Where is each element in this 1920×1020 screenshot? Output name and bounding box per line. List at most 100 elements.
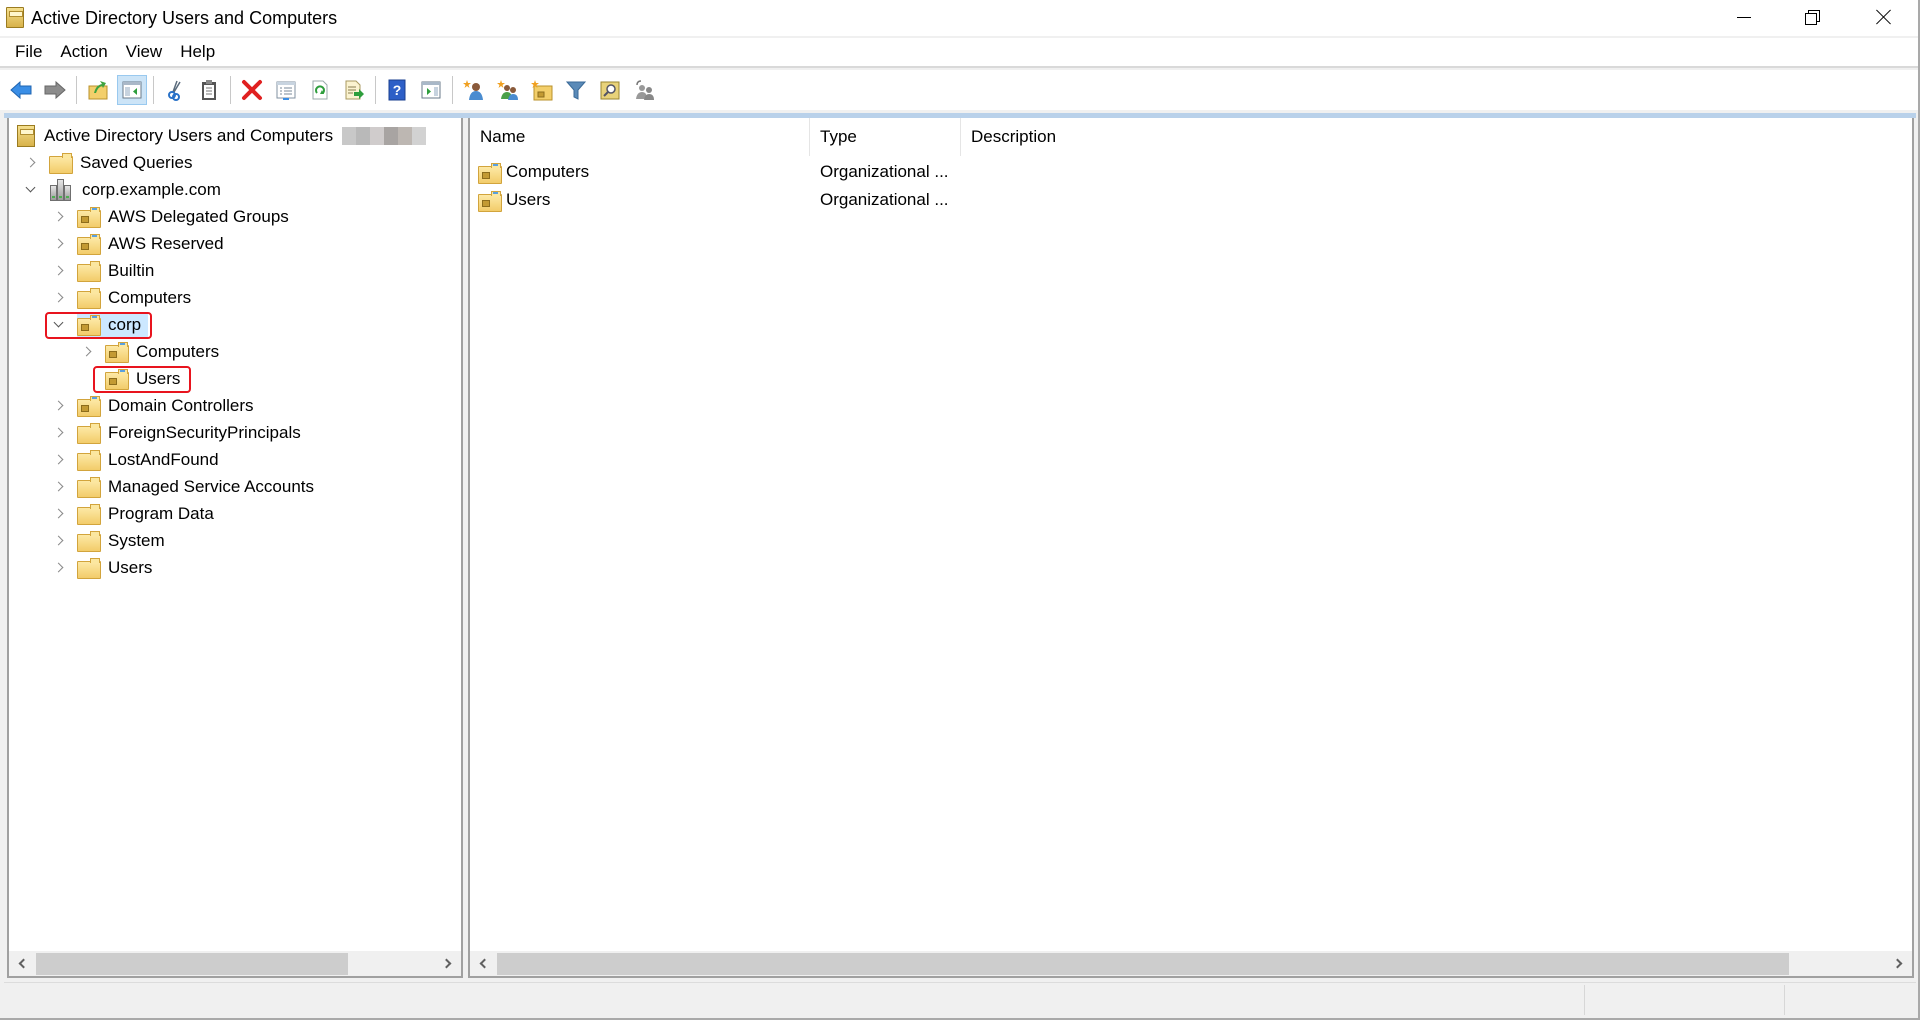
expand-chevron-icon[interactable]	[51, 473, 65, 500]
expand-chevron-icon[interactable]	[23, 149, 37, 176]
new-group-button[interactable]	[493, 75, 523, 105]
toolbar-separator	[76, 76, 77, 104]
expand-chevron-icon[interactable]	[51, 554, 65, 581]
tree-item-content: Computers	[105, 340, 226, 364]
scrollbar-thumb[interactable]	[36, 953, 348, 975]
column-header-description[interactable]: Description	[961, 118, 1161, 156]
tree-item-program-data[interactable]: Program Data	[51, 500, 221, 527]
tree-item-root[interactable]: Active Directory Users and Computers	[17, 122, 427, 149]
paste-icon	[202, 80, 216, 100]
scrollbar-thumb[interactable]	[497, 953, 1789, 975]
tree-item-corp-example-com[interactable]: corp.example.com	[23, 176, 228, 203]
paste-button[interactable]	[194, 75, 224, 105]
menu-help[interactable]: Help	[171, 38, 224, 66]
tree-item-aws-reserved[interactable]: AWS Reserved	[51, 230, 231, 257]
list-item[interactable]: Users Organizational ...	[470, 186, 1912, 214]
folder-icon	[77, 558, 101, 579]
expand-chevron-icon[interactable]	[51, 284, 65, 311]
filter-button[interactable]	[561, 75, 591, 105]
folder-icon	[77, 450, 101, 471]
expand-chevron-icon[interactable]	[51, 257, 65, 284]
svg-text:?: ?	[393, 82, 402, 98]
help-button[interactable]: ?	[382, 75, 412, 105]
tree-item-corp[interactable]: corp	[51, 311, 149, 338]
folder-icon	[77, 477, 101, 498]
organizational-unit-icon	[478, 162, 502, 184]
tree-item-content: System	[77, 529, 172, 553]
tree-item-users[interactable]: Users	[51, 554, 159, 581]
tree-item-label: Users	[108, 557, 153, 577]
tree-item-label: Domain Controllers	[108, 395, 254, 415]
collapse-chevron-icon[interactable]	[23, 176, 37, 203]
scroll-left-button[interactable]	[9, 951, 34, 976]
close-button[interactable]	[1856, 0, 1912, 34]
menu-view[interactable]: View	[117, 38, 172, 66]
restore-icon	[1805, 10, 1820, 25]
status-segment	[1584, 985, 1585, 1015]
tree-item-computers[interactable]: Computers	[79, 338, 226, 365]
export-list-button[interactable]	[339, 75, 369, 105]
menu-file[interactable]: File	[6, 38, 51, 66]
delete-button[interactable]	[237, 75, 267, 105]
add-to-group-button[interactable]	[629, 75, 659, 105]
delete-icon	[242, 80, 262, 100]
tree-item-label: ForeignSecurityPrincipals	[108, 422, 301, 442]
tree-item-aws-delegated-groups[interactable]: AWS Delegated Groups	[51, 203, 296, 230]
forward-button[interactable]	[40, 75, 70, 105]
new-user-button[interactable]	[459, 75, 489, 105]
expand-chevron-icon[interactable]	[51, 527, 65, 554]
tree-item-label: Program Data	[108, 503, 214, 523]
tree-item-saved-queries[interactable]: Saved Queries	[23, 149, 199, 176]
tree-item-content: AWS Reserved	[77, 232, 231, 256]
list-horizontal-scrollbar[interactable]	[470, 951, 1912, 976]
expand-chevron-icon[interactable]	[51, 500, 65, 527]
restore-button[interactable]	[1784, 0, 1840, 34]
tree-item-foreignsecurityprincipals[interactable]: ForeignSecurityPrincipals	[51, 419, 308, 446]
snapin-root-icon	[17, 124, 35, 147]
find-button[interactable]	[595, 75, 625, 105]
show-action-pane-button[interactable]	[416, 75, 446, 105]
app-icon	[6, 7, 24, 28]
collapse-chevron-icon[interactable]	[51, 311, 65, 338]
expand-chevron-icon[interactable]	[51, 230, 65, 257]
chevron-right-icon	[1892, 958, 1903, 969]
toolbar-separator	[153, 76, 154, 104]
folder-icon	[77, 261, 101, 282]
refresh-button[interactable]	[305, 75, 335, 105]
tree-item-label: AWS Delegated Groups	[108, 206, 289, 226]
minimize-button[interactable]	[1716, 0, 1772, 34]
expand-chevron-icon[interactable]	[51, 203, 65, 230]
tree-item-computers[interactable]: Computers	[51, 284, 198, 311]
filter-icon	[565, 81, 587, 100]
tree-item-system[interactable]: System	[51, 527, 172, 554]
expand-chevron-icon[interactable]	[51, 392, 65, 419]
column-header-name[interactable]: Name	[470, 118, 810, 156]
tree-item-label: AWS Reserved	[108, 233, 224, 253]
expand-chevron-icon[interactable]	[51, 419, 65, 446]
list-item[interactable]: Computers Organizational ...	[470, 158, 1912, 186]
expand-chevron-icon[interactable]	[79, 338, 93, 365]
menu-action[interactable]: Action	[51, 38, 116, 66]
properties-button[interactable]	[271, 75, 301, 105]
tree-item-content: Computers	[77, 286, 198, 310]
show-hide-console-tree-button[interactable]	[117, 75, 147, 105]
tree-item-users[interactable]: Users	[79, 365, 187, 392]
tree-item-domain-controllers[interactable]: Domain Controllers	[51, 392, 261, 419]
toolbar-separator	[452, 76, 453, 104]
expand-chevron-icon[interactable]	[51, 446, 65, 473]
new-ou-button[interactable]	[527, 75, 557, 105]
forward-arrow-icon	[44, 80, 66, 100]
tree-horizontal-scrollbar[interactable]	[9, 951, 461, 976]
scroll-right-button[interactable]	[1887, 951, 1912, 976]
tree-item-managed-service-accounts[interactable]: Managed Service Accounts	[51, 473, 321, 500]
back-button[interactable]	[6, 75, 36, 105]
tree-item-builtin[interactable]: Builtin	[51, 257, 161, 284]
cut-button[interactable]	[160, 75, 190, 105]
column-header-type[interactable]: Type	[810, 118, 961, 156]
scroll-left-button[interactable]	[470, 951, 495, 976]
scroll-right-button[interactable]	[436, 951, 461, 976]
tree-item-lostandfound[interactable]: LostAndFound	[51, 446, 226, 473]
folder-icon	[49, 153, 73, 174]
show-action-pane-icon	[421, 81, 441, 99]
up-one-level-button[interactable]	[83, 75, 113, 105]
